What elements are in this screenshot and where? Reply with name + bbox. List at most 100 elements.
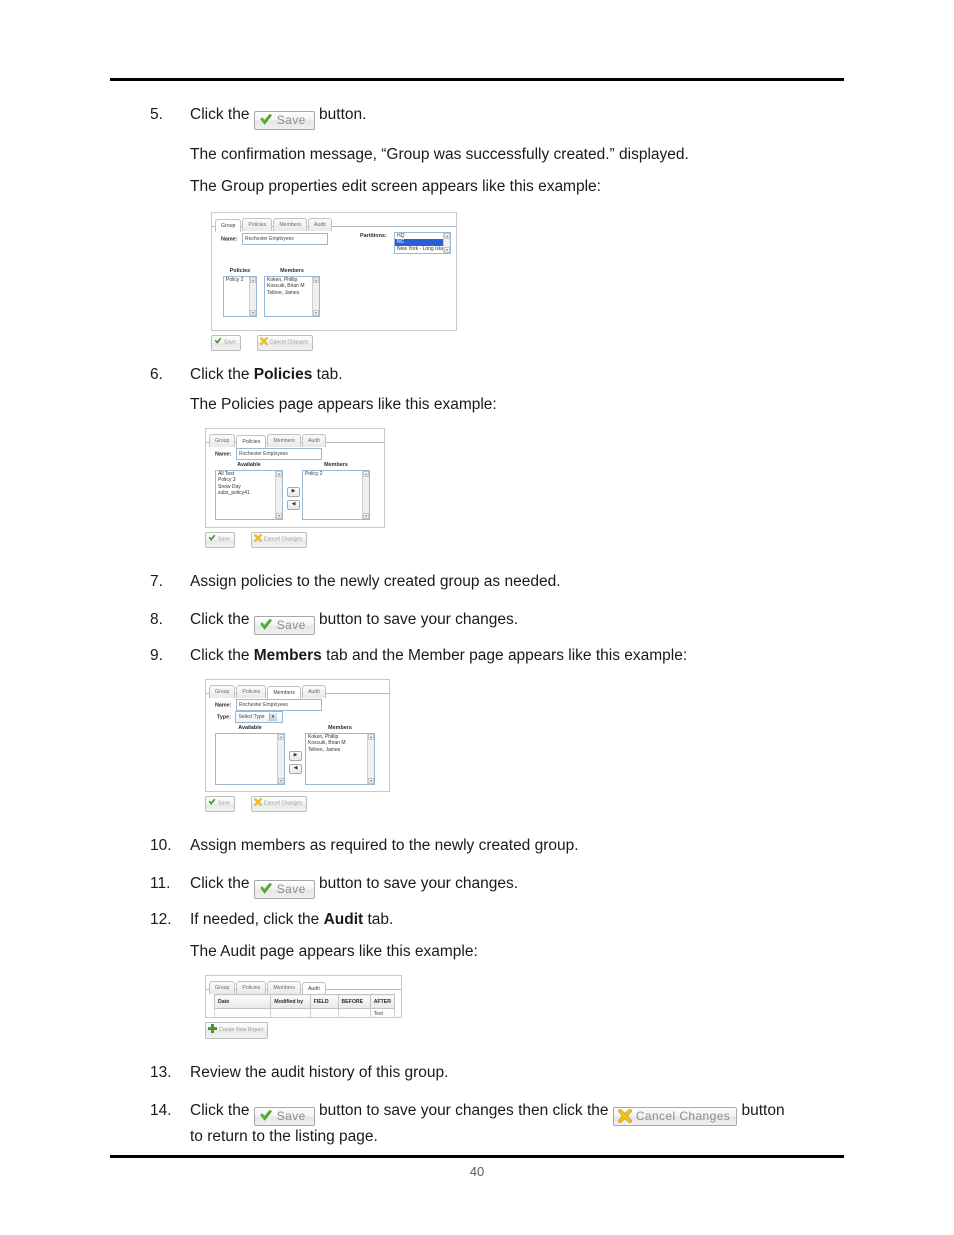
members-tabs: Group Policies Members Audit	[206, 680, 389, 699]
tab-policies[interactable]: Policies	[236, 685, 267, 698]
yellow-x-icon	[253, 533, 262, 546]
cancel-changes-button-group[interactable]: Cancel Changes	[256, 334, 314, 351]
add-member-button[interactable]: ▶	[289, 751, 302, 761]
step-14-mid: button to save your changes then click t…	[319, 1102, 609, 1119]
save-button-members[interactable]: Save	[205, 795, 235, 812]
tab-audit[interactable]: Audit	[307, 218, 332, 231]
audit-col-modified-by: Modified by	[270, 994, 311, 1009]
create-new-report-button[interactable]: Create New Report	[205, 1022, 269, 1040]
chevron-down-icon[interactable]: ▼	[268, 713, 277, 721]
tab-policies[interactable]: Policies	[242, 218, 273, 231]
available-policies-listbox[interactable]: All Test Policy 3 Snow Day subs_policy41…	[215, 470, 283, 520]
document-page: 5. Click the Save button. The confirmati…	[0, 0, 954, 1235]
remove-member-button[interactable]: ◀	[289, 764, 302, 774]
add-policy-button[interactable]: ▶	[287, 487, 300, 497]
policies-transfer-buttons: ▶ ◀	[287, 487, 300, 513]
scroll-up-icon[interactable]: ▲	[278, 734, 284, 740]
members-type-select[interactable]: Select Type ▼	[235, 711, 284, 723]
scroll-up-icon[interactable]: ▲	[276, 471, 282, 477]
member-item[interactable]: Tellree, James	[265, 290, 319, 296]
available-members-listbox[interactable]: ▲ ▼	[215, 733, 285, 785]
step-8-post: button to save your changes.	[319, 611, 519, 628]
partition-option[interactable]: New York - Long Island Warehouse	[395, 246, 450, 252]
step-6-bold-policies: Policies	[253, 366, 313, 383]
scroll-down-icon[interactable]: ▼	[276, 513, 282, 519]
scroll-up-icon[interactable]: ▲	[363, 471, 369, 477]
step-7: 7. Assign policies to the newly created …	[0, 571, 954, 593]
available-policies-scrollbar[interactable]: ▲ ▼	[275, 471, 282, 519]
scroll-down-icon[interactable]: ▼	[313, 310, 319, 316]
scroll-down-icon[interactable]: ▼	[444, 247, 450, 253]
cancel-changes-button-policies[interactable]: Cancel Changes	[250, 531, 308, 548]
members-listbox[interactable]: Koken, Phillip Koscuik, Brian M Tellree,…	[264, 276, 320, 317]
available-members-scrollbar[interactable]: ▲ ▼	[277, 734, 284, 784]
scroll-up-icon[interactable]: ▲	[313, 277, 319, 283]
step-14-pre: Click the	[190, 1102, 250, 1119]
step-9-pre: Click the	[190, 647, 250, 664]
assigned-policy-item[interactable]: Policy 2	[303, 471, 369, 477]
scroll-up-icon[interactable]: ▲	[444, 233, 450, 239]
step-9-number: 9.	[150, 647, 163, 664]
assigned-members-header: Members	[328, 725, 352, 731]
group-name-input[interactable]: Rochester Employees	[241, 233, 328, 245]
step-10: 10. Assign members as required to the ne…	[0, 835, 954, 857]
members-scrollbar[interactable]: ▲ ▼	[312, 277, 319, 316]
cancel-changes-label-members: Cancel Changes	[263, 800, 303, 807]
step-14: 14. Click the Save button to save your c…	[0, 1100, 954, 1126]
policies-scrollbar[interactable]: ▲ ▼	[249, 277, 256, 316]
green-check-icon	[259, 1109, 273, 1122]
scroll-down-icon[interactable]: ▼	[250, 310, 256, 316]
tab-policies[interactable]: Policies	[236, 981, 267, 994]
policies-name-input[interactable]: Rochester Employees	[235, 448, 322, 460]
assigned-members-scrollbar[interactable]: ▲ ▼	[367, 734, 374, 784]
cancel-changes-button-members[interactable]: Cancel Changes	[250, 795, 308, 812]
cancel-changes-button-inline-14[interactable]: Cancel Changes	[612, 1106, 738, 1126]
save-button-inline-5[interactable]: Save	[253, 110, 315, 130]
tab-group[interactable]: Group	[215, 219, 242, 232]
tab-members[interactable]: Members	[267, 434, 301, 447]
save-button-label-8: Save	[276, 617, 306, 632]
partitions-scrollbar[interactable]: ▲ ▼	[443, 233, 450, 253]
save-button-group[interactable]: Save	[211, 334, 241, 351]
tab-group[interactable]: Group	[209, 685, 236, 698]
step-11-pre: Click the	[190, 875, 250, 892]
assigned-member-item[interactable]: Tellree, James	[306, 747, 374, 753]
scroll-down-icon[interactable]: ▼	[278, 778, 284, 784]
remove-policy-button[interactable]: ◀	[287, 500, 300, 510]
assigned-policies-listbox[interactable]: Policy 2 ▲ ▼	[302, 470, 370, 520]
save-button-inline-8[interactable]: Save	[253, 615, 315, 635]
tab-members[interactable]: Members	[273, 218, 307, 231]
scroll-up-icon[interactable]: ▲	[250, 277, 256, 283]
tab-group[interactable]: Group	[209, 981, 236, 994]
save-button-policies[interactable]: Save	[205, 531, 235, 548]
scroll-up-icon[interactable]: ▲	[368, 734, 374, 740]
available-policy-item[interactable]: subs_policy41	[216, 490, 282, 496]
scroll-down-icon[interactable]: ▼	[368, 778, 374, 784]
audit-tabs: Group Policies Members Audit	[206, 976, 401, 995]
tab-audit[interactable]: Audit	[301, 685, 326, 698]
green-check-icon	[259, 113, 273, 126]
partitions-listbox[interactable]: HQ NC New York - Long Island Warehouse ▲…	[394, 232, 451, 254]
step-11-post: button to save your changes.	[319, 875, 519, 892]
tab-audit[interactable]: Audit	[301, 434, 326, 447]
tab-policies[interactable]: Policies	[236, 435, 267, 448]
members-name-input[interactable]: Rochester Employees	[235, 699, 322, 711]
save-button-inline-14[interactable]: Save	[253, 1106, 315, 1126]
assigned-members-listbox[interactable]: Koken, Phillip Koscuik, Brian M Tellree,…	[305, 733, 375, 785]
step-14-post: button	[741, 1102, 785, 1119]
tab-members[interactable]: Members	[267, 686, 301, 699]
save-button-inline-11[interactable]: Save	[253, 879, 315, 899]
save-button-label-14: Save	[276, 1108, 306, 1123]
step-6-pre: Click the	[190, 366, 250, 383]
tab-members[interactable]: Members	[267, 981, 301, 994]
members-transfer-buttons: ▶ ◀	[289, 751, 302, 777]
policies-listbox[interactable]: Policy 2 ▲ ▼	[223, 276, 257, 317]
audit-cell-date: 11/01/2012 14:32:19	[213, 1008, 272, 1017]
step-12-post: tab.	[367, 911, 394, 928]
scroll-down-icon[interactable]: ▼	[363, 513, 369, 519]
audit-screenshot-buttons: Create New Report	[205, 1022, 954, 1040]
tab-group[interactable]: Group	[209, 434, 236, 447]
policies-column-header: Policies	[229, 268, 251, 274]
assigned-policies-scrollbar[interactable]: ▲ ▼	[362, 471, 369, 519]
step-7-number: 7.	[150, 573, 163, 590]
